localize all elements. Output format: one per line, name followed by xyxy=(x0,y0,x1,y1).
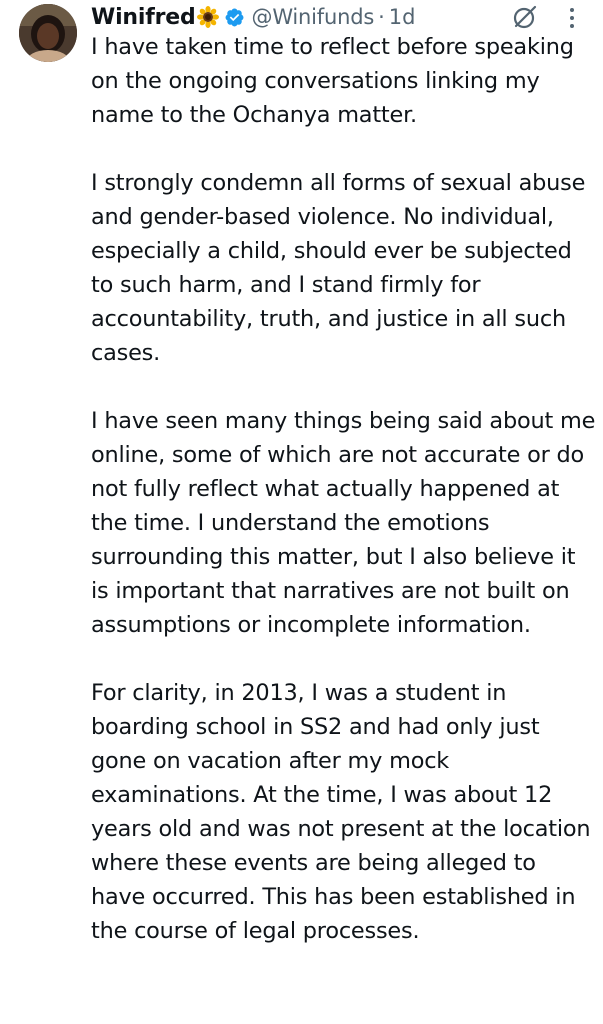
more-vertical-icon[interactable] xyxy=(566,6,578,30)
tweet-paragraph: I strongly condemn all forms of sexual a… xyxy=(91,170,586,366)
tweet-header: Winifred @Winifunds · 1d xyxy=(91,2,415,32)
verified-badge-icon[interactable] xyxy=(224,7,245,28)
author-name[interactable]: Winifred xyxy=(91,5,196,30)
header-separator: · xyxy=(378,5,385,29)
grok-icon[interactable] xyxy=(512,4,538,30)
tweet-paragraph: For clarity, in 2013, I was a student in… xyxy=(91,680,591,944)
tweet-text: I have taken time to reflect before spea… xyxy=(91,30,596,948)
tweet[interactable]: Winifred @Winifunds · 1d I have taken ti… xyxy=(0,0,603,1024)
author-handle[interactable]: @Winifunds xyxy=(252,5,375,29)
tweet-paragraph: I have seen many things being said about… xyxy=(91,408,596,638)
post-time[interactable]: 1d xyxy=(389,5,416,29)
tweet-paragraph: I have taken time to reflect before spea… xyxy=(91,34,574,128)
sunflower-icon xyxy=(196,6,219,28)
avatar[interactable] xyxy=(19,4,77,62)
